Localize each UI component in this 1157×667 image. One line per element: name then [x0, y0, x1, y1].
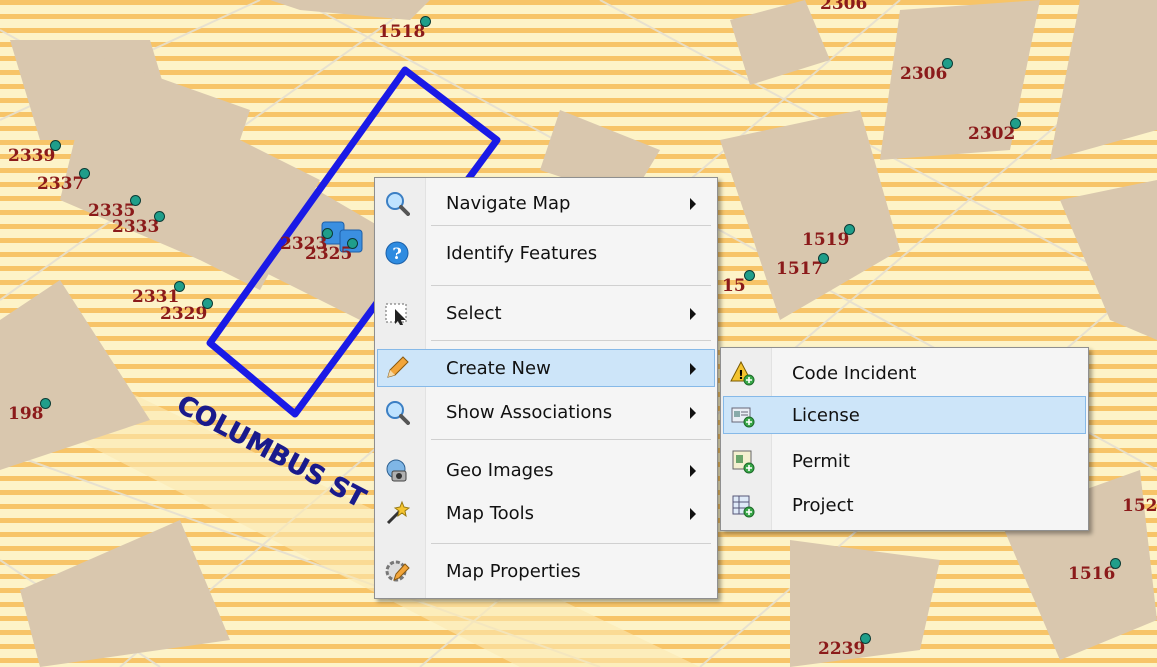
address-point-icon[interactable]: [744, 270, 755, 281]
address-label: 2337: [37, 174, 85, 194]
menu-item-label: Create New: [446, 358, 551, 379]
address-point-icon[interactable]: [844, 224, 855, 235]
submenu-arrow-icon: [690, 198, 696, 210]
address-label: 2306: [820, 0, 868, 14]
menu-item-show-associations[interactable]: Show Associations: [377, 393, 715, 431]
submenu-item-label: Permit: [792, 451, 850, 472]
address-label: 2239: [818, 639, 866, 659]
menu-item-label: Show Associations: [446, 402, 613, 423]
menu-item-label: Map Tools: [446, 503, 535, 524]
address-label: 198: [8, 404, 44, 424]
menu-item-select[interactable]: Select: [377, 294, 715, 332]
pencil-icon: [384, 355, 410, 381]
address-label: 1520: [1122, 496, 1157, 516]
menu-item-label: Map Properties: [446, 561, 581, 582]
address-point-icon[interactable]: [420, 16, 431, 27]
warning-add-icon: !: [730, 360, 756, 386]
address-point-icon[interactable]: [1110, 558, 1121, 569]
submenu-item-label: Project: [792, 495, 854, 516]
address-point-icon[interactable]: [40, 398, 51, 409]
menu-item-identify-features[interactable]: ? Identify Features: [377, 234, 715, 272]
magic-wand-icon: [384, 500, 411, 526]
menu-item-create-new[interactable]: Create New: [377, 349, 715, 387]
submenu-item-permit[interactable]: Permit: [723, 442, 1086, 480]
permit-add-icon: [730, 448, 756, 474]
address-label: 2339: [8, 146, 56, 166]
magnifier-icon: [384, 399, 410, 425]
submenu-item-license[interactable]: License: [723, 396, 1086, 434]
submenu-item-label: License: [792, 405, 860, 426]
license-add-icon: [730, 402, 756, 428]
menu-item-label: Geo Images: [446, 460, 554, 481]
svg-text:!: !: [738, 368, 743, 382]
address-label: 2306: [900, 64, 948, 84]
project-add-icon: [730, 492, 756, 518]
address-label: 2333: [112, 217, 160, 237]
submenu-item-code-incident[interactable]: ! Code Incident: [723, 354, 1086, 392]
camera-globe-icon: [384, 457, 410, 483]
address-label: 1519: [802, 230, 850, 250]
address-point-icon[interactable]: [322, 228, 333, 239]
address-label: 1516: [1068, 564, 1116, 584]
address-point-icon[interactable]: [202, 298, 213, 309]
address-point-icon[interactable]: [154, 211, 165, 222]
menu-item-map-tools[interactable]: Map Tools: [377, 494, 715, 532]
info-icon: ?: [384, 240, 410, 266]
submenu-arrow-icon: [690, 363, 696, 375]
address-point-icon[interactable]: [347, 238, 358, 249]
menu-item-geo-images[interactable]: Geo Images: [377, 451, 715, 489]
submenu-arrow-icon: [690, 407, 696, 419]
menu-separator: [431, 543, 711, 544]
address-point-icon[interactable]: [130, 195, 141, 206]
address-point-icon[interactable]: [860, 633, 871, 644]
address-label: 2323: [280, 234, 328, 254]
create-new-submenu: ! Code Incident License Permit Project: [720, 347, 1089, 531]
address-point-icon[interactable]: [174, 281, 185, 292]
magnifier-icon: [384, 190, 410, 216]
address-point-icon[interactable]: [1010, 118, 1021, 129]
address-label: 2329: [160, 304, 208, 324]
context-menu: Navigate Map? Identify Features Select Crea…: [374, 177, 718, 599]
menu-separator: [431, 225, 711, 226]
menu-item-map-properties[interactable]: Map Properties: [377, 552, 715, 590]
submenu-arrow-icon: [690, 508, 696, 520]
address-label: 15: [722, 276, 746, 296]
submenu-arrow-icon: [690, 308, 696, 320]
menu-item-label: Select: [446, 303, 502, 324]
submenu-arrow-icon: [690, 465, 696, 477]
gear-pencil-icon: [384, 558, 410, 584]
address-label: 1518: [378, 22, 426, 42]
address-label: 2302: [968, 124, 1016, 144]
address-point-icon[interactable]: [50, 140, 61, 151]
submenu-item-label: Code Incident: [792, 363, 917, 384]
menu-separator: [431, 340, 711, 341]
address-point-icon[interactable]: [79, 168, 90, 179]
address-label: 1517: [776, 259, 824, 279]
menu-item-label: Identify Features: [446, 243, 598, 264]
svg-text:?: ?: [392, 244, 401, 263]
menu-item-label: Navigate Map: [446, 193, 571, 214]
menu-item-navigate-map[interactable]: Navigate Map: [377, 184, 715, 222]
address-point-icon[interactable]: [818, 253, 829, 264]
select-cursor-icon: [384, 300, 410, 326]
menu-separator: [431, 439, 711, 440]
submenu-item-project[interactable]: Project: [723, 486, 1086, 524]
address-point-icon[interactable]: [942, 58, 953, 69]
menu-separator: [431, 285, 711, 286]
